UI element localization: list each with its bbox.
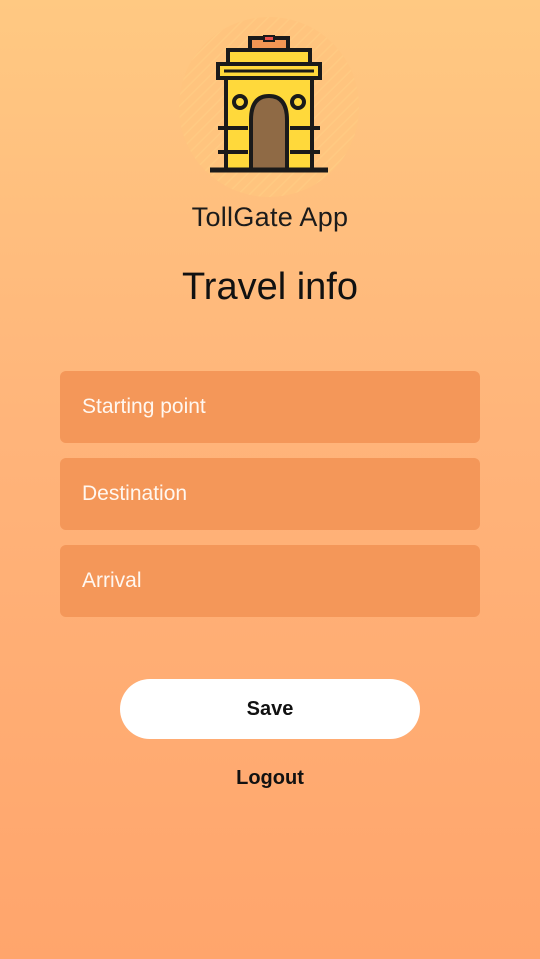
app-name: TollGate App <box>191 202 349 232</box>
destination-field[interactable] <box>60 458 480 530</box>
arrival-input[interactable] <box>82 545 458 617</box>
logout-link[interactable]: Logout <box>0 767 540 790</box>
page-title: Travel info <box>182 266 358 308</box>
arrival-field[interactable] <box>60 545 480 617</box>
india-gate-icon <box>178 16 360 198</box>
starting-point-field[interactable] <box>60 371 480 443</box>
starting-point-input[interactable] <box>82 371 458 443</box>
save-button[interactable]: Save <box>120 679 420 739</box>
destination-input[interactable] <box>82 458 458 530</box>
